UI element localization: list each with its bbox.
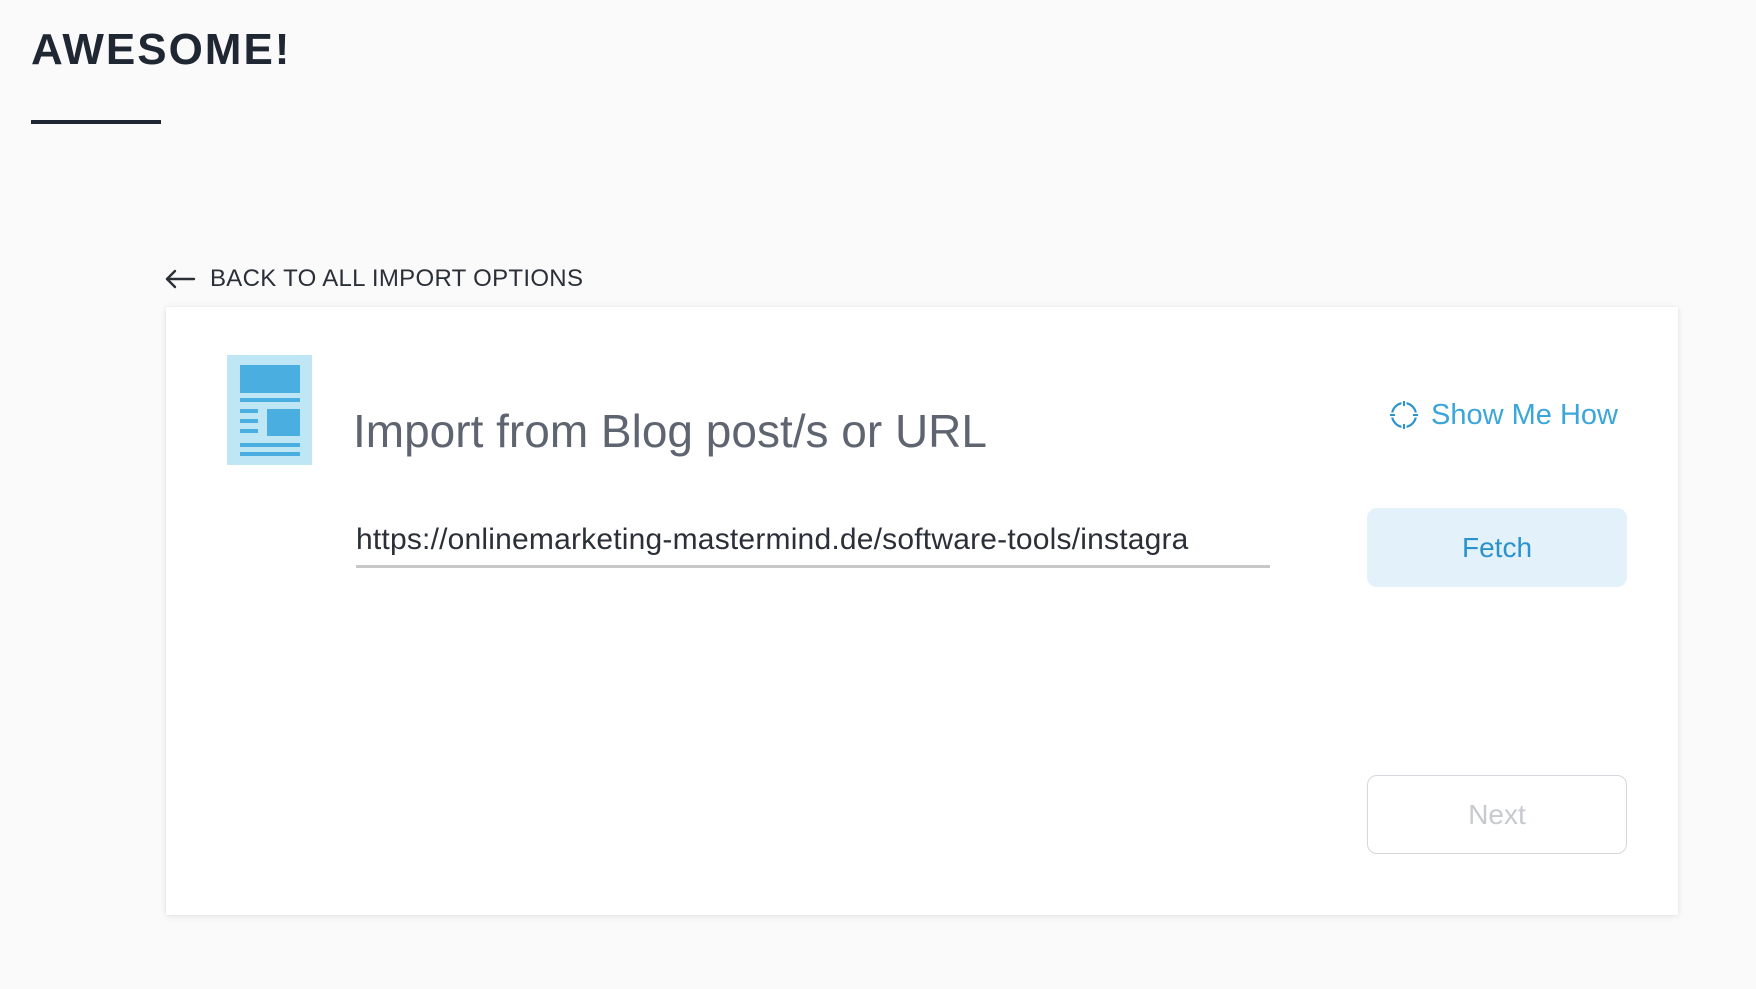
document-icon — [227, 355, 312, 465]
target-icon — [1389, 400, 1420, 430]
title-underline — [31, 120, 161, 124]
next-button[interactable]: Next — [1367, 775, 1627, 854]
fetch-button[interactable]: Fetch — [1367, 508, 1627, 587]
import-card: Import from Blog post/s or URL Show Me H… — [166, 307, 1678, 915]
page-title: AWESOME! — [31, 25, 292, 74]
back-to-import-options-link[interactable]: BACK TO ALL IMPORT OPTIONS — [164, 262, 583, 296]
show-me-how-link[interactable]: Show Me How — [1389, 395, 1618, 435]
card-title: Import from Blog post/s or URL — [353, 405, 987, 457]
url-input[interactable] — [356, 515, 1270, 568]
back-link-label: BACK TO ALL IMPORT OPTIONS — [210, 265, 584, 292]
show-me-how-label: Show Me How — [1431, 398, 1618, 431]
arrow-left-icon — [165, 269, 196, 289]
